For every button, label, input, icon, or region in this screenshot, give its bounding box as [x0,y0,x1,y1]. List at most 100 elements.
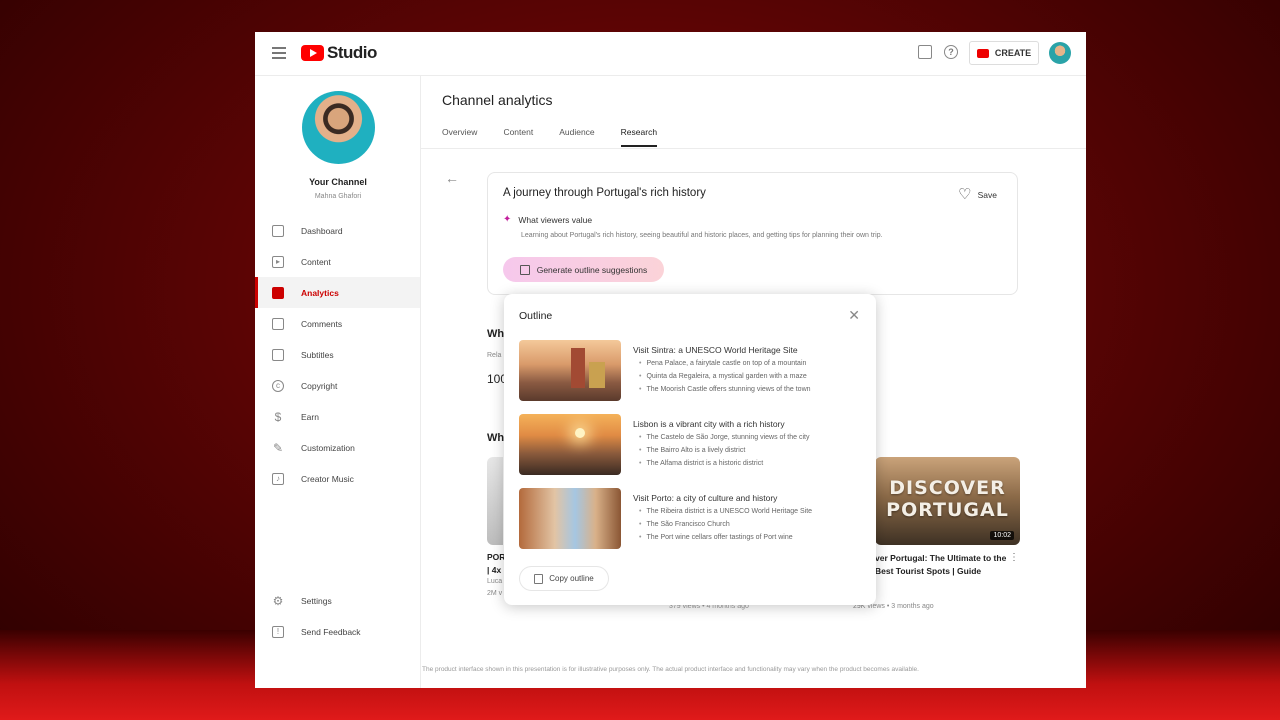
sidebar-item-label: Subtitles [301,349,334,360]
thumbnail-text: DISCOVER PORTUGAL [875,477,1020,521]
video-title[interactable]: ver Portugal: The Ultimate to the Best T… [875,552,1015,578]
header-divider [421,148,1086,149]
sidebar-item-label: Customization [301,442,355,453]
video-meta: 2M v [487,590,503,597]
viewers-value-heading: ✦ What viewers value [503,214,592,225]
topic-card: A journey through Portugal's rich histor… [487,172,1018,295]
thumbnail-line: DISCOVER [889,477,1006,499]
hamburger-menu-icon[interactable] [272,47,286,59]
save-button[interactable]: ♡ Save [958,187,997,202]
outline-bullet: Quinta da Regaleira, a mystical garden w… [639,373,806,380]
outline-bullet: The São Francisco Church [639,521,729,528]
outline-dialog: Outline ✕ Visit Sintra: a UNESCO World H… [504,294,876,605]
outline-bullet: The Ribeira district is a UNESCO World H… [639,508,812,515]
sidebar-item-send-feedback[interactable]: ! Send Feedback [255,616,420,647]
sintra-thumbnail [519,340,621,401]
viewers-value-description: Learning about Portugal's rich history, … [521,232,883,239]
porto-thumbnail [519,488,621,549]
create-button[interactable]: CREATE [969,41,1039,65]
outline-bullet: The Alfama district is a historic distri… [639,460,763,467]
analytics-tabs: Overview Content Audience Research [442,127,683,147]
outline-item-heading: Visit Sintra: a UNESCO World Heritage Si… [633,345,798,355]
earn-icon: $ [274,409,282,424]
topic-title: A journey through Portugal's rich histor… [503,187,706,199]
account-avatar[interactable] [1049,42,1071,64]
studio-window: Studio ? CREATE Your Channel Mahna Ghafo… [255,32,1086,688]
logo-text: Studio [327,43,377,62]
video-channel: Luca [487,578,503,585]
sparkle-icon: ✦ [503,214,512,225]
lisbon-thumbnail [519,414,621,475]
outline-bullet: The Bairro Alto is a lively district [639,447,745,454]
channel-avatar[interactable] [302,91,375,164]
feedback-icon: ! [272,625,284,638]
sidebar-item-label: Content [301,256,331,267]
outline-icon [519,264,530,275]
section-heading: Wh [487,328,505,340]
video-duration: 10:02 [990,531,1014,540]
generate-outline-label: Generate outline suggestions [536,264,648,275]
sidebar-item-settings[interactable]: ⚙ Settings [255,585,420,616]
analytics-icon [272,286,284,299]
subtitles-icon [272,348,284,361]
thumbnail-line: PORTUGAL [886,499,1009,521]
back-arrow-icon[interactable]: ← [445,170,459,186]
sidebar-item-label: Creator Music [301,473,354,484]
studio-logo[interactable]: Studio [301,43,377,63]
settings-icon: ⚙ [272,593,284,608]
sidebar-item-earn[interactable]: $ Earn [255,401,420,432]
outline-title: Outline [519,310,553,322]
heart-icon: ♡ [958,186,972,203]
customization-icon: ✎ [272,440,284,455]
video-camera-icon [976,48,989,58]
music-icon: ♪ [272,472,284,485]
outline-bullet: The Moorish Castle offers stunning views… [639,386,810,393]
outline-bullet: The Castelo de São Jorge, stunning views… [639,434,809,441]
sidebar-item-label: Copyright [301,380,338,391]
sidebar-item-content[interactable]: ▸ Content [255,246,420,277]
sidebar-item-analytics[interactable]: Analytics [255,277,420,308]
section-heading: Wh [487,432,505,444]
save-label: Save [977,189,997,200]
feedback-icon[interactable] [918,45,932,59]
sidebar-item-label: Comments [301,318,343,329]
section-subtext: Rela [487,352,502,359]
outline-bullet: The Port wine cellars offer tastings of … [639,534,792,541]
video-title[interactable]: | 4x [487,565,501,575]
more-vert-icon[interactable]: ⋮ [1009,552,1019,563]
sidebar-item-creator-music[interactable]: ♪ Creator Music [255,463,420,494]
tab-overview[interactable]: Overview [442,127,477,147]
outline-item: Lisbon is a vibrant city with a rich his… [519,414,864,476]
copy-outline-button[interactable]: Copy outline [519,566,609,591]
outline-item: Visit Porto: a city of culture and histo… [519,488,864,550]
sidebar-item-label: Settings [301,595,332,606]
page-title: Channel analytics [442,92,553,108]
tab-content[interactable]: Content [503,127,533,147]
sidebar-item-customization[interactable]: ✎ Customization [255,432,420,463]
video-thumbnail[interactable]: DISCOVER PORTUGAL 10:02 [875,457,1020,545]
tab-audience[interactable]: Audience [559,127,594,147]
channel-name: Your Channel [309,177,367,187]
sidebar: Your Channel Mahna Ghafori Dashboard ▸ C… [255,76,421,688]
video-thumbnail[interactable] [487,457,503,545]
disclaimer-note: The product interface shown in this pres… [422,666,919,673]
outline-item-heading: Visit Porto: a city of culture and histo… [633,493,778,503]
sidebar-item-dashboard[interactable]: Dashboard [255,215,420,246]
outline-item: Visit Sintra: a UNESCO World Heritage Si… [519,340,864,402]
generate-outline-button[interactable]: Generate outline suggestions [503,257,664,282]
outline-bullet: Pena Palace, a fairytale castle on top o… [639,360,806,367]
sidebar-item-label: Send Feedback [301,626,361,637]
tab-research[interactable]: Research [620,127,658,147]
sidebar-item-label: Dashboard [301,225,343,236]
sidebar-item-comments[interactable]: Comments [255,308,420,339]
video-title[interactable]: POR [487,552,505,562]
dashboard-icon [272,224,284,237]
outline-item-heading: Lisbon is a vibrant city with a rich his… [633,419,785,429]
copy-icon [534,573,544,584]
help-icon[interactable]: ? [944,45,958,59]
close-icon[interactable]: ✕ [848,307,860,324]
sidebar-item-subtitles[interactable]: Subtitles [255,339,420,370]
viewers-value-label: What viewers value [518,214,593,225]
comments-icon [272,317,284,330]
sidebar-item-copyright[interactable]: c Copyright [255,370,420,401]
